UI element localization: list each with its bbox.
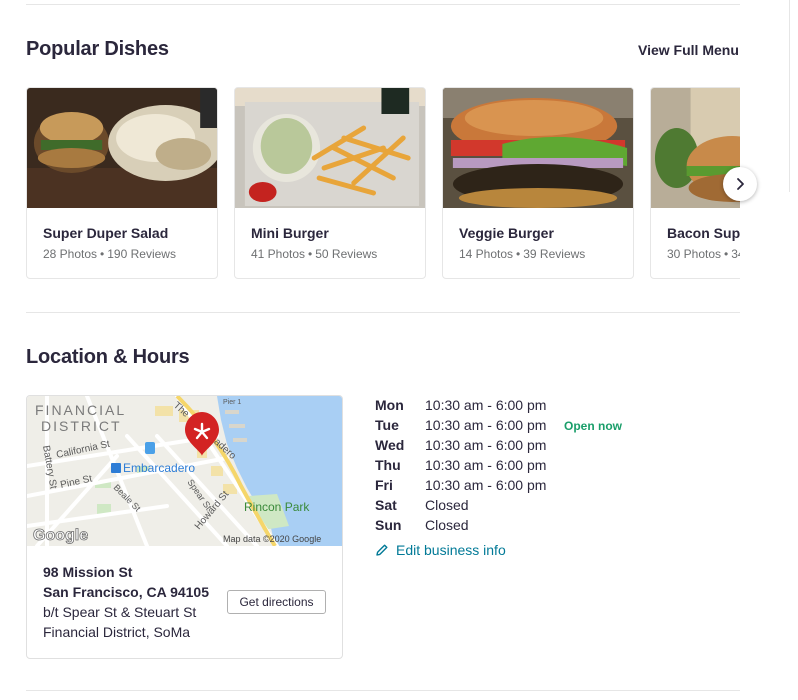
photo-count: 30 Photos — [667, 247, 722, 261]
map-label-financial: FINANCIAL — [35, 402, 126, 418]
address-cross-streets: b/t Spear St & Steuart St — [43, 604, 197, 620]
map-label-embarcadero-station: Embarcadero — [123, 461, 195, 475]
day-label: Fri — [375, 477, 393, 493]
address-neighborhood: Financial District, SoMa — [43, 624, 191, 640]
transit-icon — [111, 463, 121, 473]
separator: • — [308, 247, 313, 261]
map-attribution: Map data ©2020 Google — [223, 534, 321, 544]
dish-meta: 28 Photos • 190 Reviews — [43, 247, 176, 261]
hours-time: 10:30 am - 6:00 pm — [425, 437, 547, 453]
review-count: 50 Reviews — [315, 247, 378, 261]
separator: • — [724, 247, 729, 261]
day-label: Sat — [375, 497, 397, 513]
day-label: Tue — [375, 417, 399, 433]
separator: • — [516, 247, 521, 261]
review-count: 34 Reviews — [731, 247, 740, 261]
dish-name: Super Duper Salad — [43, 225, 169, 241]
day-label: Mon — [375, 397, 404, 413]
dish-card[interactable]: Veggie Burger 14 Photos • 39 Reviews — [442, 87, 634, 279]
dish-photo — [235, 88, 425, 208]
photo-count: 41 Photos — [251, 247, 306, 261]
review-count: 190 Reviews — [107, 247, 176, 261]
photo-count: 14 Photos — [459, 247, 514, 261]
dish-photo — [443, 88, 633, 208]
google-logo: Google — [33, 527, 88, 544]
dish-meta: 41 Photos • 50 Reviews — [251, 247, 377, 261]
dish-card[interactable]: Mini Burger 41 Photos • 50 Reviews — [234, 87, 426, 279]
hours-time: 10:30 am - 6:00 pm — [425, 457, 547, 473]
hours-time: Closed — [425, 517, 469, 533]
review-count: 39 Reviews — [523, 247, 586, 261]
dishes-carousel: Super Duper Salad 28 Photos • 190 Reviews — [26, 87, 740, 279]
dish-name: Bacon Super Duper — [667, 225, 740, 241]
open-now-badge: Open now — [564, 419, 622, 433]
map-label-pier: Pier 1 — [223, 399, 241, 406]
carousel-next-button[interactable] — [723, 167, 757, 201]
popular-dishes-title: Popular Dishes — [26, 38, 169, 60]
hours-time: 10:30 am - 6:00 pm — [425, 397, 547, 413]
separator: • — [100, 247, 105, 261]
day-label: Wed — [375, 437, 405, 453]
day-label: Sun — [375, 517, 402, 533]
dish-name: Mini Burger — [251, 225, 329, 241]
hours-time: Closed — [425, 497, 469, 513]
top-divider — [26, 4, 740, 5]
hours-time: 10:30 am - 6:00 pm — [425, 477, 547, 493]
edit-business-info-label: Edit business info — [396, 542, 506, 558]
address-city: San Francisco, CA 94105 — [43, 584, 210, 600]
map-label-district: DISTRICT — [41, 418, 122, 434]
dish-meta: 30 Photos•34 Reviews — [667, 247, 740, 261]
bottom-divider — [26, 690, 740, 691]
dish-meta: 14 Photos • 39 Reviews — [459, 247, 585, 261]
dish-card[interactable]: Super Duper Salad 28 Photos • 190 Reviews — [26, 87, 218, 279]
dish-name: Veggie Burger — [459, 225, 554, 241]
photo-count: 28 Photos — [43, 247, 98, 261]
address-street: 98 Mission St — [43, 564, 133, 580]
pencil-icon — [376, 544, 388, 556]
map-label-rincon-park: Rincon Park — [244, 500, 310, 514]
dish-photo — [27, 88, 217, 208]
section-divider — [26, 312, 740, 313]
parking-icon — [145, 442, 155, 454]
location-card: FINANCIAL DISTRICT California St Pine St… — [26, 395, 343, 659]
map[interactable]: FINANCIAL DISTRICT California St Pine St… — [27, 396, 342, 546]
edit-business-info-link[interactable]: Edit business info — [375, 542, 506, 558]
day-label: Thu — [375, 457, 401, 473]
location-hours-title: Location & Hours — [26, 346, 190, 368]
sidebar-edge — [789, 0, 790, 192]
view-full-menu-link[interactable]: View Full Menu — [638, 42, 739, 58]
hours-time: 10:30 am - 6:00 pm — [425, 417, 547, 433]
get-directions-button[interactable]: Get directions — [227, 590, 326, 614]
chevron-right-icon — [737, 178, 744, 190]
